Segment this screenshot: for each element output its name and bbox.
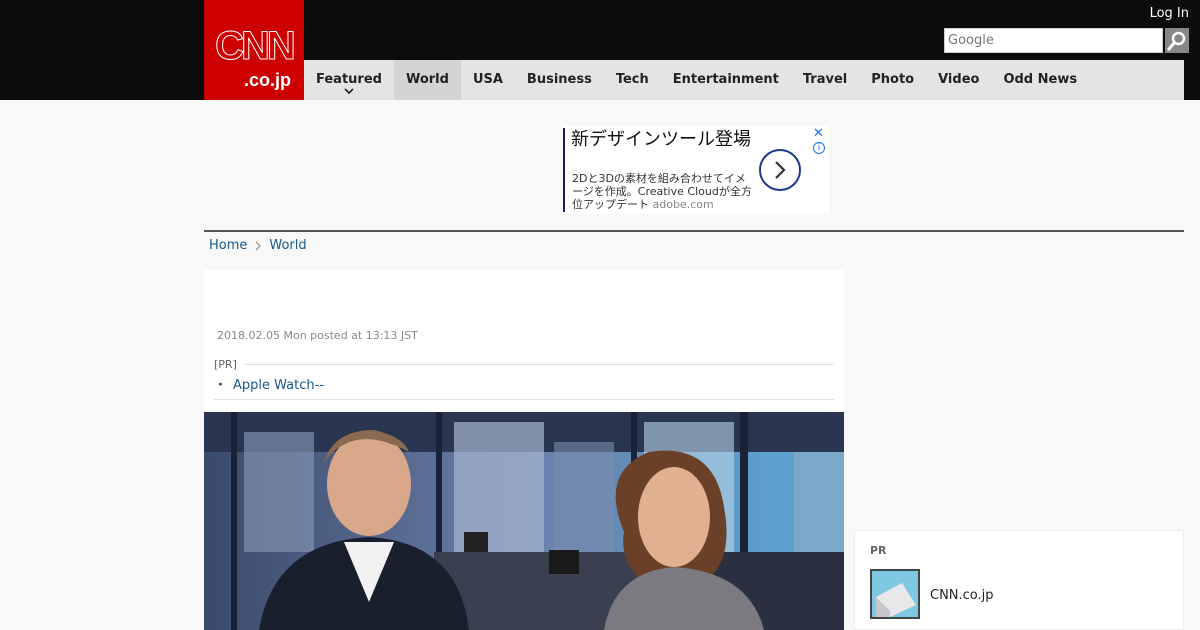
ad-close-button[interactable]: ✕ [813,126,824,141]
ad-accent-bar [563,128,565,212]
search-button[interactable] [1165,28,1189,53]
nav-business[interactable]: Business [515,60,604,100]
side-pr-box: PR CNN.co.jp [854,530,1184,630]
pr-label: [PR] [214,358,834,371]
main-nav: Featured World USA Business Tech Enterta… [304,60,1184,100]
search-input[interactable] [944,28,1163,53]
nav-label: World [405,72,449,87]
chevron-right-icon [775,161,786,179]
login-link[interactable]: Log In [1150,6,1189,21]
chevron-down-icon [344,88,354,95]
article-photo [204,412,844,630]
nav-video[interactable]: Video [926,60,991,100]
chevron-right-icon [255,241,262,250]
breadcrumb-home[interactable]: Home [209,238,247,253]
article-date: 2018.02.05 Mon posted at 13:13 JST [217,329,418,342]
ad-open-button[interactable] [759,149,801,191]
ad-info-icon[interactable]: i [813,142,825,154]
nav-label: Entertainment [672,72,779,87]
pr-label-text: [PR] [214,358,237,371]
nav-tech[interactable]: Tech [604,60,661,100]
nav-label: USA [472,72,503,87]
pr-block: [PR] ・ Apple Watch-- [214,358,834,400]
nav-label: Travel [802,72,848,87]
nav-featured[interactable]: Featured [304,60,394,100]
site-header: CNN .co.jp Log In Featured World USA Bus… [0,0,1200,100]
ad-domain: adobe.com [652,198,714,211]
nav-label: Video [938,72,980,87]
nav-label: Odd News [1003,72,1078,87]
pr-link[interactable]: Apple Watch-- [233,378,324,393]
logo-sub-text: .co.jp [244,70,292,90]
nav-usa[interactable]: USA [461,60,515,100]
breadcrumb-current[interactable]: World [269,238,306,253]
nav-label: Photo [871,72,915,87]
pr-bullet: ・ [214,378,228,393]
pr-link-row: ・ Apple Watch-- [214,374,834,400]
article-card: 2018.02.05 Mon posted at 13:13 JST [PR] … [204,270,844,630]
breadcrumb: Home World [209,238,307,253]
ad-body: 2Dと3Dの素材を組み合わせてイメージを作成。Creative Cloudが全方… [572,172,754,211]
search-icon [1167,31,1186,50]
section-divider [204,230,1184,232]
ad-title: 新デザインツール登場 [571,129,751,150]
laptop-thumbnail-icon [872,571,918,617]
side-pr-label: PR [870,544,887,557]
nav-entertainment[interactable]: Entertainment [661,60,791,100]
search-box [944,28,1189,53]
news-photo-illustration [204,412,844,630]
nav-label: Business [526,72,592,87]
nav-travel[interactable]: Travel [791,60,859,100]
nav-photo[interactable]: Photo [859,60,926,100]
nav-label: Featured [316,72,382,87]
logo-main-text: CNN [215,24,297,68]
nav-world[interactable]: World [393,60,461,100]
side-pr-name[interactable]: CNN.co.jp [930,588,994,603]
nav-label: Tech [615,72,649,87]
nav-odd-news[interactable]: Odd News [991,60,1089,100]
ad-banner[interactable]: 新デザインツール登場 2Dと3Dの素材を組み合わせてイメージを作成。Creati… [563,126,829,214]
side-pr-thumbnail[interactable] [870,569,920,619]
cnn-logo[interactable]: CNN .co.jp [204,0,304,100]
